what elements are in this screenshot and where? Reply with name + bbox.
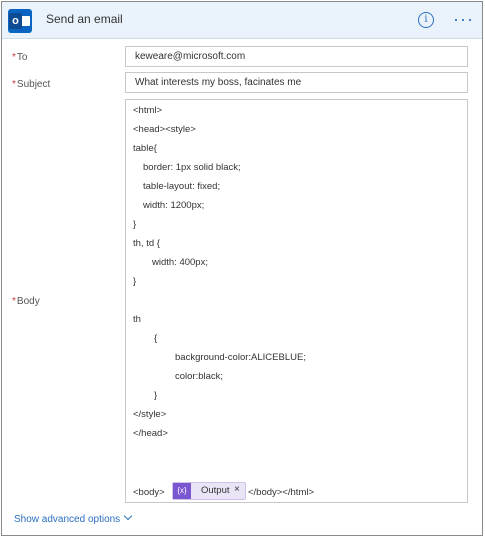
to-value: keweare@microsoft.com [135, 51, 246, 62]
advanced-label: Show advanced options [14, 514, 121, 525]
chevron-down-icon [123, 511, 133, 521]
required-mark: * [12, 79, 16, 90]
show-advanced-options-link[interactable]: Show advanced options [14, 511, 133, 525]
outlook-app-icon: o [8, 9, 32, 33]
code-line: table{ [133, 143, 157, 154]
code-line: background-color:ALICEBLUE; [175, 352, 306, 363]
code-line: } [154, 390, 158, 401]
body-field[interactable] [125, 99, 468, 503]
subject-label-text: Subject [16, 79, 51, 90]
card-header[interactable]: o Send an email i ··· [2, 2, 482, 39]
code-line: </head> [133, 428, 168, 439]
to-label: *To [12, 52, 27, 63]
code-line: border: 1px solid black; [143, 162, 241, 173]
to-field[interactable]: keweare@microsoft.com [125, 46, 468, 67]
subject-value: What interests my boss, facinates me [135, 77, 302, 88]
code-line: color:black; [175, 371, 224, 382]
code-line: { [154, 333, 158, 344]
code-line: <head><style> [133, 124, 196, 135]
code-line: <html> [133, 105, 163, 116]
outlook-badge: o [9, 13, 22, 29]
expression-icon: {x} [173, 483, 191, 499]
to-label-text: To [16, 52, 28, 63]
required-mark: * [12, 296, 16, 307]
required-mark: * [12, 52, 16, 63]
token-label: Output [201, 485, 230, 496]
subject-field[interactable]: What interests my boss, facinates me [125, 72, 468, 93]
code-line: table-layout: fixed; [143, 181, 221, 192]
more-options-icon[interactable]: ··· [453, 10, 474, 28]
close-icon[interactable]: × [234, 484, 240, 495]
code-line: <body> [133, 487, 165, 498]
code-line: th [133, 314, 141, 325]
code-line: width: 1200px; [143, 200, 205, 211]
code-line: th, td { [133, 238, 160, 249]
dynamic-content-token[interactable]: {x} Output × [172, 482, 246, 500]
send-email-action-card: o Send an email i ··· *To keweare@micros… [1, 1, 483, 536]
subject-label: *Subject [12, 79, 50, 90]
body-label-text: Body [16, 296, 40, 307]
code-line: } [133, 219, 137, 230]
code-line: </style> [133, 409, 167, 420]
body-label: *Body [12, 296, 40, 307]
code-line: } [133, 276, 137, 287]
code-line: </body></html> [248, 487, 315, 498]
action-title: Send an email [46, 12, 123, 26]
code-line: width: 400px; [152, 257, 208, 268]
info-icon[interactable]: i [418, 12, 434, 28]
